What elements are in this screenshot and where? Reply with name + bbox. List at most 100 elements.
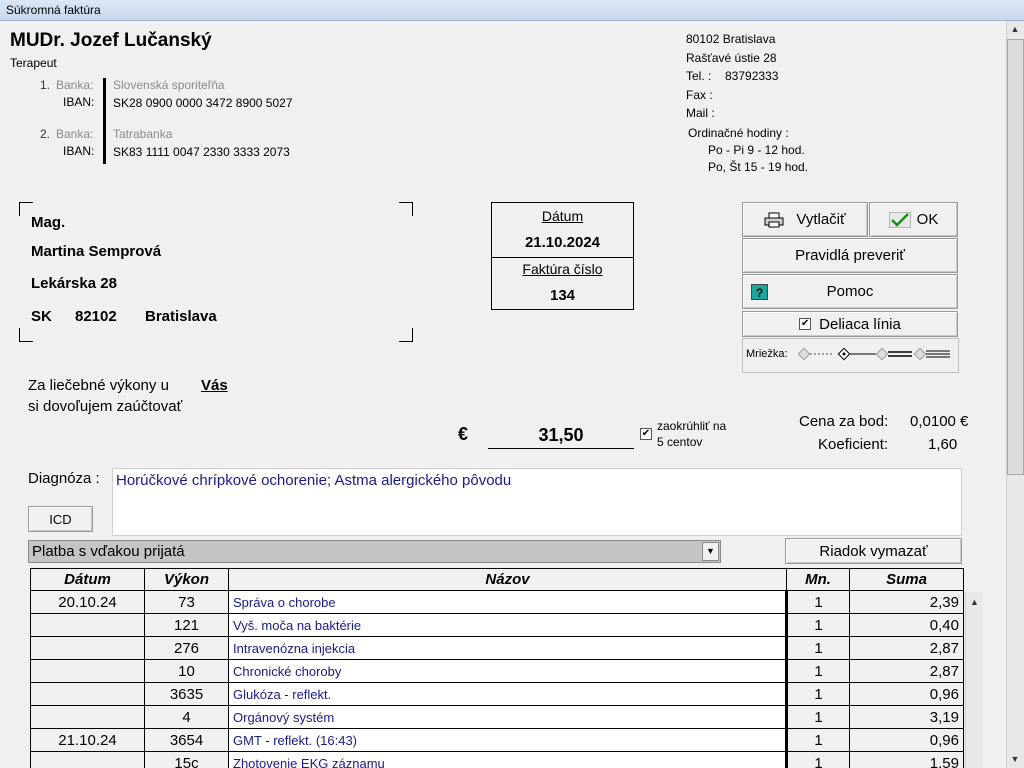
separator-checkbox[interactable]: ✔ (799, 318, 812, 330)
row-code[interactable]: 10 (144, 659, 229, 683)
row-qty[interactable]: 1 (786, 728, 850, 752)
row-name[interactable]: Intravenózna injekcia (228, 636, 788, 660)
recipient-city: Bratislava (145, 308, 217, 325)
delete-row-button[interactable]: Riadok vymazať (785, 538, 962, 564)
box-divider (492, 257, 633, 258)
invoice-date[interactable]: 21.10.2024 (492, 234, 633, 251)
delete-row-label: Riadok vymazať (819, 542, 928, 560)
printer-icon (764, 212, 784, 227)
scroll-up-icon[interactable]: ▲ (1006, 21, 1024, 38)
print-button[interactable]: Vytlačiť (742, 202, 868, 237)
page-scrollbar[interactable]: ▲ ▼ (993, 21, 1024, 768)
row-date[interactable]: 21.10.24 (30, 728, 145, 752)
intro-recipient[interactable]: Vás (201, 377, 228, 394)
bank-name: Tatrabanka (113, 127, 173, 141)
tel-value: 83792333 (725, 69, 779, 83)
table-scrollbar[interactable]: ▲ (965, 592, 983, 768)
row-name[interactable]: Vyš. moča na baktérie (228, 613, 788, 637)
table-row[interactable]: 15c Zhotovenie EKG záznamu 1 1,59 (30, 751, 964, 768)
row-date[interactable] (30, 705, 145, 729)
row-name[interactable]: Orgánový systém (228, 705, 788, 729)
table-scroll-up-icon[interactable]: ▲ (966, 594, 983, 610)
address-corner (19, 328, 33, 342)
row-name[interactable]: Chronické choroby (228, 659, 788, 683)
round-checkbox[interactable]: ✔ (640, 428, 652, 440)
help-icon: ? (751, 284, 768, 300)
iban-label: IBAN: (63, 95, 95, 109)
row-code[interactable]: 4 (144, 705, 229, 729)
help-label: Pomoc (826, 283, 874, 300)
row-code[interactable]: 73 (144, 590, 229, 614)
row-name[interactable]: Glukóza - reflekt. (228, 682, 788, 706)
column-header-date: Dátum (30, 568, 145, 591)
invoice-number[interactable]: 134 (492, 287, 633, 304)
table-row[interactable]: 121 Vyš. moča na baktérie 1 0,40 (30, 613, 964, 637)
table-row[interactable]: 20.10.24 73 Správa o chorobe 1 2,39 (30, 590, 964, 614)
row-code[interactable]: 276 (144, 636, 229, 660)
row-date[interactable] (30, 613, 145, 637)
address-city: 80102 Bratislava (686, 32, 776, 46)
table-header-row: Dátum Výkon Názov Mn. Suma (30, 568, 964, 591)
row-qty[interactable]: 1 (786, 682, 850, 706)
row-sum: 3,19 (849, 705, 964, 729)
table-row[interactable]: 4 Orgánový systém 1 3,19 (30, 705, 964, 729)
grid-style-selector[interactable] (798, 347, 958, 361)
diagnosis-field[interactable]: Horúčkové chrípkové ochorenie; Astma ale… (112, 468, 962, 536)
bank-number: 2. (40, 127, 51, 141)
row-sum: 0,96 (849, 682, 964, 706)
table-row[interactable]: 21.10.24 3654 GMT - reflekt. (16:43) 1 0… (30, 728, 964, 752)
payment-select[interactable]: Platba s vďakou prijatá ▼ (28, 540, 721, 563)
row-qty[interactable]: 1 (786, 636, 850, 660)
row-code[interactable]: 15c (144, 751, 229, 768)
chevron-down-icon[interactable]: ▼ (702, 542, 719, 561)
scroll-down-icon[interactable]: ▼ (1006, 751, 1024, 768)
invoice-number-label: Faktúra číslo (522, 261, 603, 277)
row-date[interactable] (30, 659, 145, 683)
row-qty[interactable]: 1 (786, 751, 850, 768)
bank-name: Slovenská sporiteľňa (113, 78, 225, 92)
row-sum: 0,40 (849, 613, 964, 637)
help-button[interactable]: ? Pomoc (742, 274, 958, 309)
row-date[interactable] (30, 682, 145, 706)
icd-button[interactable]: ICD (28, 506, 93, 532)
row-code[interactable]: 121 (144, 613, 229, 637)
row-qty[interactable]: 1 (786, 659, 850, 683)
row-name[interactable]: Správa o chorobe (228, 590, 788, 614)
table-row[interactable]: 3635 Glukóza - reflekt. 1 0,96 (30, 682, 964, 706)
row-name[interactable]: Zhotovenie EKG záznamu (228, 751, 788, 768)
bank-label: Banka: (56, 78, 94, 92)
check-rules-button[interactable]: Pravidlá preveriť (742, 238, 958, 273)
row-name[interactable]: GMT - reflekt. (16:43) (228, 728, 788, 752)
intro-line-1: Za liečebné výkony u (28, 377, 169, 394)
scrollbar-thumb[interactable] (1007, 39, 1024, 475)
row-date[interactable]: 20.10.24 (30, 590, 145, 614)
table-row[interactable]: 10 Chronické choroby 1 2,87 (30, 659, 964, 683)
row-date[interactable] (30, 751, 145, 768)
row-sum: 2,39 (849, 590, 964, 614)
row-qty[interactable]: 1 (786, 705, 850, 729)
invoice-info-box: Dátum 21.10.2024 Faktúra číslo 134 (491, 202, 634, 310)
row-code[interactable]: 3654 (144, 728, 229, 752)
recipient-title: Mag. (31, 214, 66, 231)
iban-value: SK83 1111 0047 2330 3333 2073 (113, 145, 290, 159)
check-rules-label: Pravidlá preveriť (795, 247, 905, 264)
hours-line: Po - Pi 9 - 12 hod. (708, 143, 805, 157)
column-header-name: Názov (228, 568, 787, 591)
round-label-line-2: 5 centov (657, 435, 703, 449)
row-code[interactable]: 3635 (144, 682, 229, 706)
separator-label: Deliaca línia (819, 315, 901, 333)
grid-options: Mriežka: (742, 338, 959, 373)
row-qty[interactable]: 1 (786, 590, 850, 614)
separator-line-toggle[interactable]: ✔ Deliaca línia (742, 311, 958, 337)
bank-divider (103, 78, 106, 164)
doctor-title: Terapeut (10, 56, 57, 70)
ok-button[interactable]: OK (869, 202, 958, 237)
diagnosis-label: Diagnóza : (28, 470, 100, 487)
date-label: Dátum (541, 208, 584, 224)
row-qty[interactable]: 1 (786, 613, 850, 637)
recipient-zip: 82102 (75, 308, 117, 325)
hours-line: Po, Št 15 - 19 hod. (708, 160, 809, 174)
table-row[interactable]: 276 Intravenózna injekcia 1 2,87 (30, 636, 964, 660)
bank-number: 1. (40, 78, 51, 92)
row-date[interactable] (30, 636, 145, 660)
